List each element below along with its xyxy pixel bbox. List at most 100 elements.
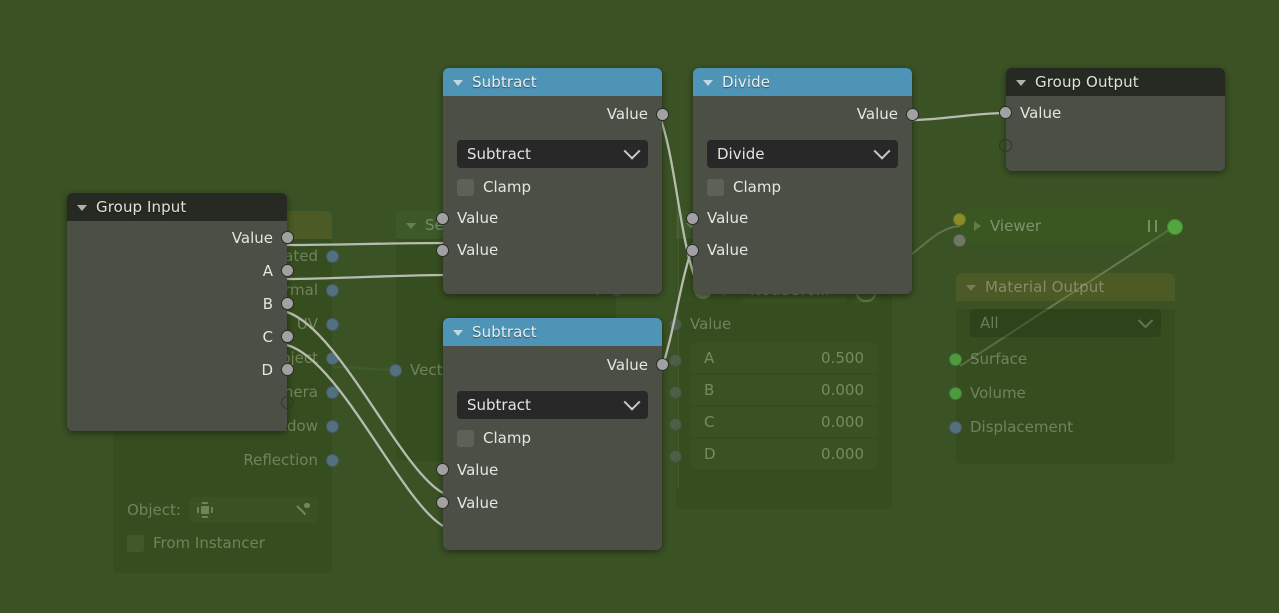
- socket-subtract-bottom-in2[interactable]: [436, 496, 449, 509]
- group-output-header[interactable]: Group Output: [1006, 68, 1225, 96]
- triangle-down-icon[interactable]: [703, 80, 713, 86]
- tc-from-instancer-row[interactable]: From Instancer: [113, 527, 332, 559]
- socket-nodegroup-c[interactable]: [669, 418, 682, 431]
- node-group-input[interactable]: Group Input Value A B C D: [67, 193, 294, 431]
- subtract-top-header[interactable]: Subtract: [443, 68, 662, 96]
- mo-input-volume[interactable]: Volume: [949, 376, 1175, 410]
- divide-operation-dropdown[interactable]: Divide: [707, 140, 898, 168]
- socket-go-new[interactable]: [999, 139, 1012, 152]
- subtract-bottom-clamp-row[interactable]: Clamp: [443, 423, 662, 453]
- chevron-down-icon[interactable]: [873, 142, 891, 160]
- divide-clamp-row[interactable]: Clamp: [693, 172, 912, 202]
- triangle-down-icon[interactable]: [453, 330, 463, 336]
- socket-viewer-alpha[interactable]: [953, 234, 966, 247]
- eyedropper-icon[interactable]: [295, 502, 310, 518]
- triangle-right-icon[interactable]: [974, 220, 981, 231]
- node-editor-canvas[interactable]: Texture Coordinate Generated Normal UV O…: [0, 0, 1279, 613]
- socket-divide-out[interactable]: [906, 108, 919, 121]
- checkbox-clamp[interactable]: [707, 178, 724, 196]
- gi-output-new[interactable]: [67, 386, 294, 419]
- subtract-top-output[interactable]: Value: [443, 96, 669, 132]
- socket-subtract-top-out[interactable]: [656, 108, 669, 121]
- socket-divide-in2[interactable]: [686, 244, 699, 257]
- triangle-down-icon[interactable]: [453, 80, 463, 86]
- socket-gi-b[interactable]: [281, 297, 294, 310]
- socket-viewer-out[interactable]: [1167, 219, 1183, 235]
- mo-input-surface[interactable]: Surface: [949, 342, 1175, 376]
- node-material-output[interactable]: Material Output All Surface Volume Displ…: [949, 273, 1175, 464]
- gi-output-c[interactable]: C: [67, 320, 294, 353]
- node-subtract-bottom[interactable]: Subtract Value Subtract Clamp Value Valu…: [436, 318, 669, 550]
- triangle-down-icon[interactable]: [1016, 80, 1026, 86]
- chevron-down-icon[interactable]: [1137, 312, 1154, 328]
- node-divide[interactable]: Divide Value Divide Clamp Value Value: [686, 68, 919, 294]
- triangle-down-icon[interactable]: [77, 205, 87, 211]
- socket-uv[interactable]: [326, 318, 339, 331]
- material-output-target-dropdown[interactable]: All: [970, 309, 1161, 337]
- subtract-top-input-2[interactable]: Value: [436, 234, 662, 266]
- checkbox-clamp[interactable]: [457, 178, 474, 196]
- nodegroup-field-c[interactable]: C 0.000: [690, 407, 878, 437]
- go-input-value[interactable]: Value: [999, 96, 1225, 129]
- subtract-bottom-output[interactable]: Value: [443, 346, 669, 383]
- socket-nodegroup-value-in[interactable]: [669, 318, 682, 331]
- node-group-output[interactable]: Group Output Value: [999, 68, 1225, 171]
- socket-subtract-bottom-out[interactable]: [656, 358, 669, 371]
- divide-input-1[interactable]: Value: [686, 202, 912, 234]
- socket-go-value[interactable]: [999, 106, 1012, 119]
- triangle-down-icon[interactable]: [406, 223, 416, 229]
- socket-surface[interactable]: [949, 353, 962, 366]
- socket-window[interactable]: [326, 420, 339, 433]
- socket-nodegroup-a[interactable]: [669, 354, 682, 367]
- socket-divide-in1[interactable]: [686, 212, 699, 225]
- gi-output-a[interactable]: A: [67, 254, 294, 287]
- node-subtract-top[interactable]: Subtract Value Subtract Clamp Value Valu…: [436, 68, 669, 294]
- socket-reflection[interactable]: [326, 454, 339, 467]
- nodegroup-field-b[interactable]: B 0.000: [690, 375, 878, 405]
- tc-output-reflection[interactable]: Reflection: [113, 443, 339, 477]
- socket-nodegroup-d[interactable]: [669, 450, 682, 463]
- group-input-header[interactable]: Group Input: [67, 193, 287, 221]
- socket-camera[interactable]: [326, 386, 339, 399]
- subtract-bottom-header[interactable]: Subtract: [443, 318, 662, 346]
- nodegroup-input-value[interactable]: Value: [669, 307, 892, 341]
- material-output-header[interactable]: Material Output: [956, 273, 1175, 301]
- go-input-new[interactable]: [999, 129, 1225, 162]
- socket-vector[interactable]: [389, 364, 402, 377]
- subtract-bottom-input-2[interactable]: Value: [436, 486, 662, 519]
- socket-object[interactable]: [326, 352, 339, 365]
- socket-displacement[interactable]: [949, 421, 962, 434]
- socket-subtract-top-in2[interactable]: [436, 244, 449, 257]
- divide-output[interactable]: Value: [693, 96, 919, 132]
- nodegroup-field-d[interactable]: D 0.000: [690, 439, 878, 469]
- socket-gi-new[interactable]: [281, 396, 294, 409]
- triangle-down-icon[interactable]: [966, 285, 976, 291]
- subtract-top-input-1[interactable]: Value: [436, 202, 662, 234]
- socket-subtract-bottom-in1[interactable]: [436, 463, 449, 476]
- nodegroup-field-a[interactable]: A 0.500: [690, 343, 878, 373]
- socket-gi-c[interactable]: [281, 330, 294, 343]
- checkbox-from-instancer[interactable]: [127, 534, 144, 552]
- socket-generated[interactable]: [326, 250, 339, 263]
- node-viewer[interactable]: Viewer: [953, 208, 1183, 247]
- chevron-down-icon[interactable]: [623, 393, 641, 411]
- subtract-top-clamp-row[interactable]: Clamp: [443, 172, 662, 202]
- socket-volume[interactable]: [949, 387, 962, 400]
- tc-object-row[interactable]: Object:: [113, 493, 332, 527]
- socket-gi-a[interactable]: [281, 264, 294, 277]
- gi-output-value[interactable]: Value: [67, 221, 294, 254]
- socket-nodegroup-b[interactable]: [669, 386, 682, 399]
- divide-header[interactable]: Divide: [693, 68, 912, 96]
- subtract-top-operation-dropdown[interactable]: Subtract: [457, 140, 648, 168]
- divide-input-2[interactable]: Value: [686, 234, 912, 266]
- socket-gi-d[interactable]: [281, 363, 294, 376]
- socket-gi-value[interactable]: [281, 231, 294, 244]
- socket-normal[interactable]: [326, 284, 339, 297]
- subtract-bottom-operation-dropdown[interactable]: Subtract: [457, 391, 648, 419]
- tc-object-field[interactable]: [188, 497, 318, 523]
- gi-output-d[interactable]: D: [67, 353, 294, 386]
- pause-icon[interactable]: [1148, 219, 1157, 232]
- gi-output-b[interactable]: B: [67, 287, 294, 320]
- socket-viewer-image[interactable]: [953, 213, 966, 226]
- mo-input-displacement[interactable]: Displacement: [949, 410, 1175, 444]
